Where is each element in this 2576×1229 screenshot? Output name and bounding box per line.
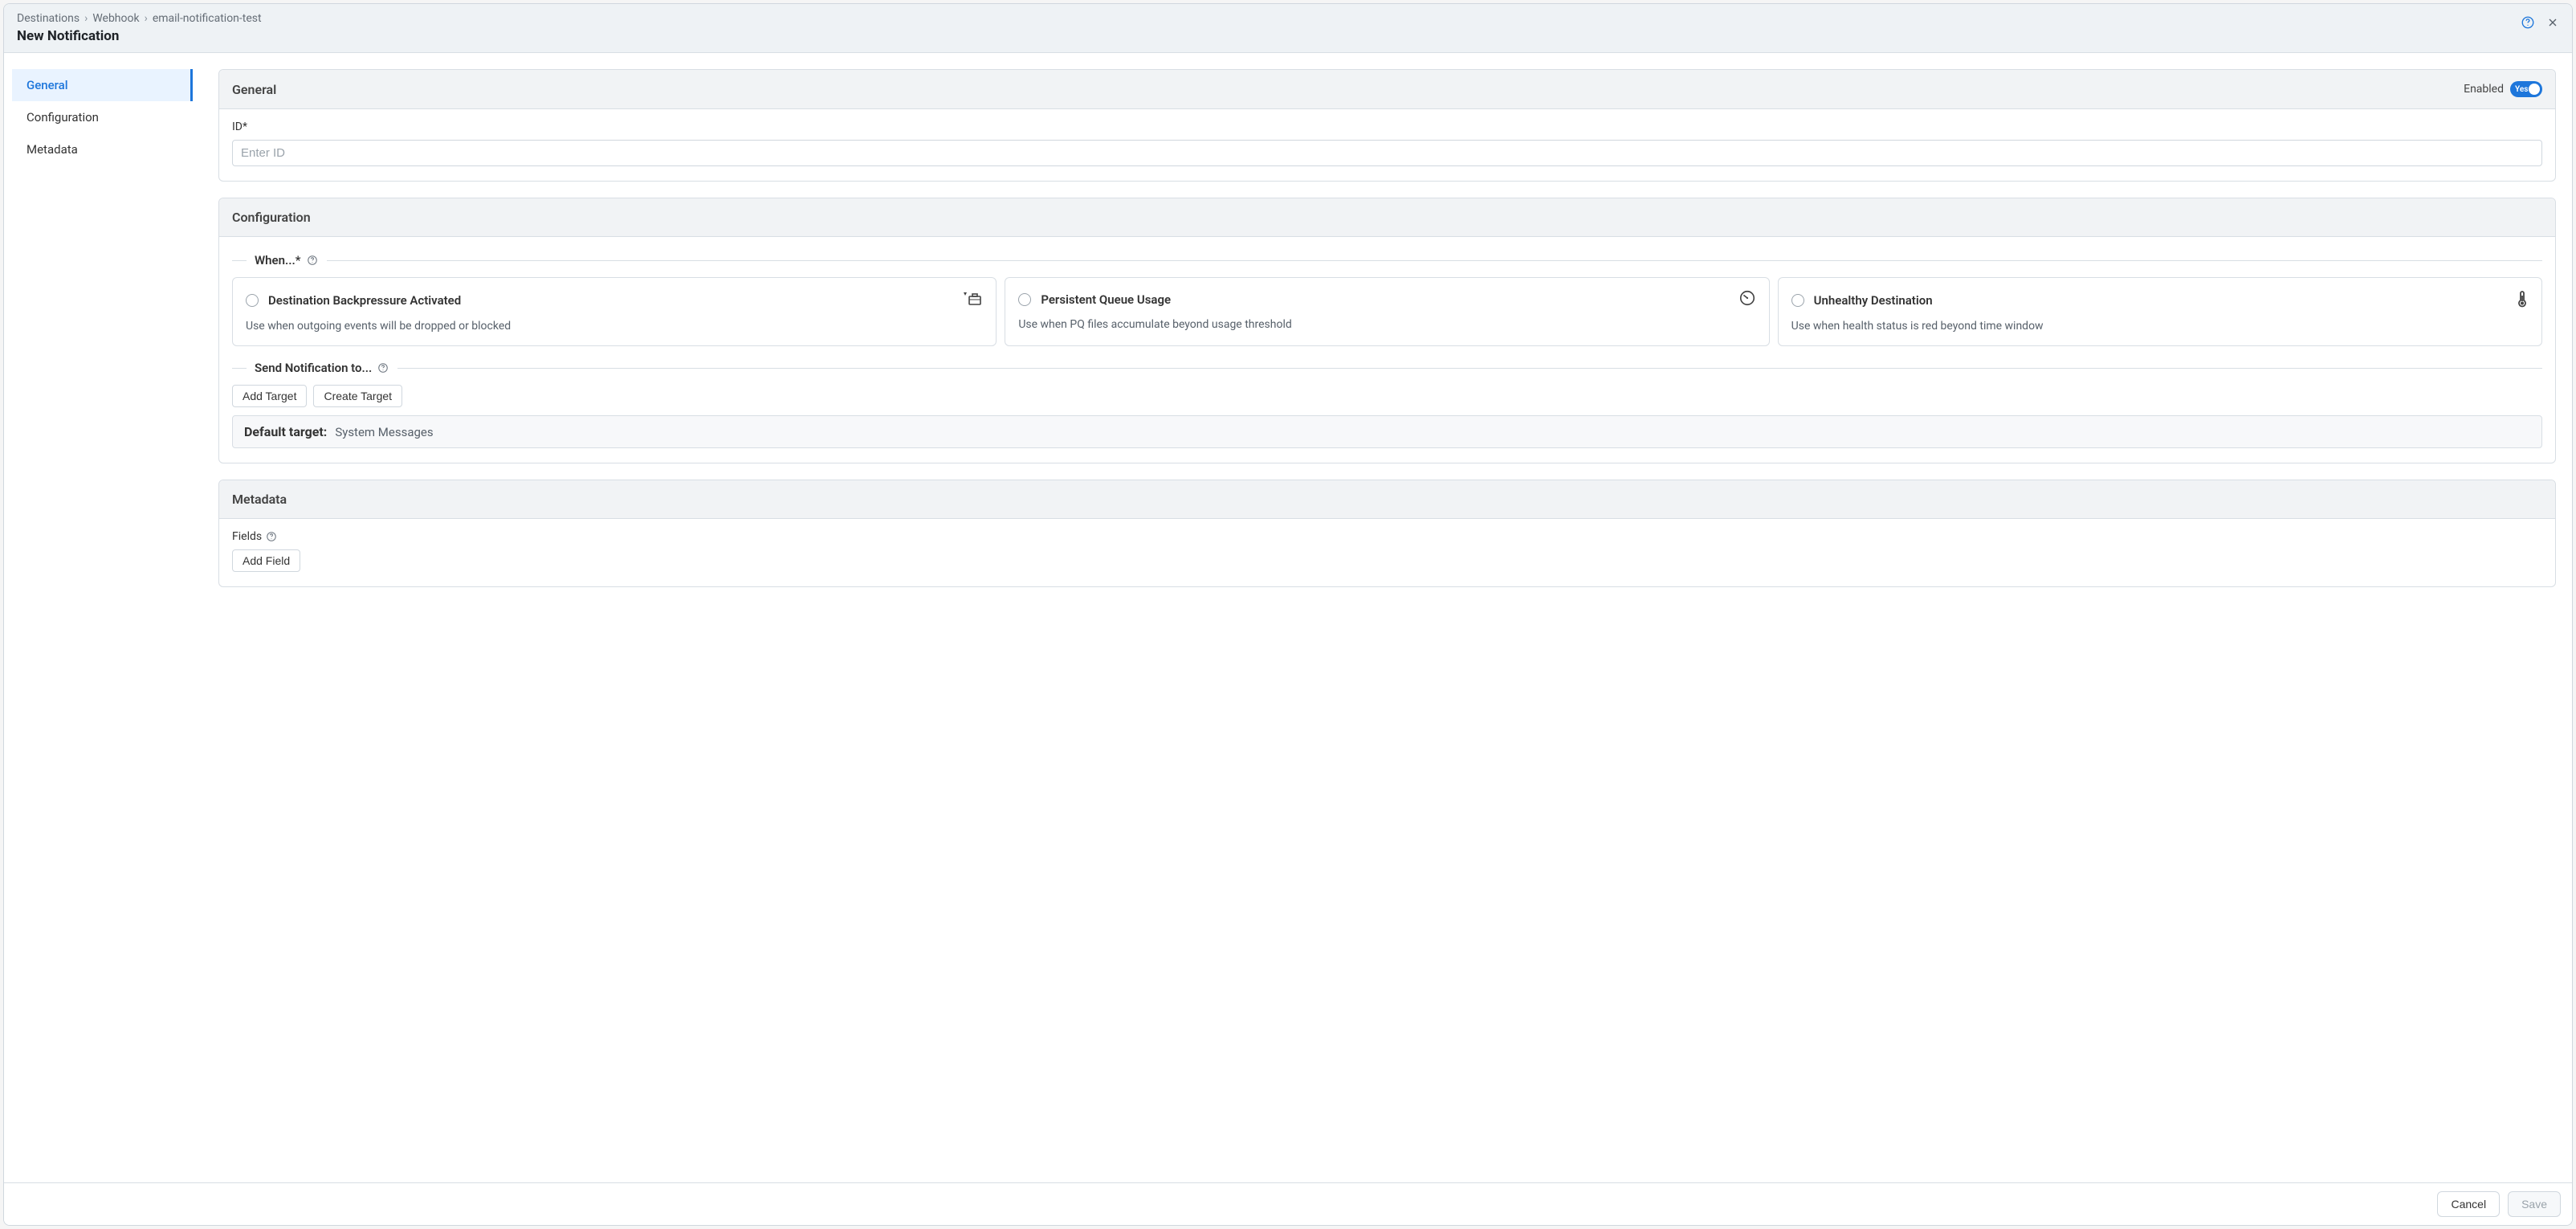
gauge-icon [1738, 289, 1756, 310]
create-target-button[interactable]: Create Target [313, 385, 402, 407]
target-buttons: Add Target Create Target [232, 385, 2542, 407]
header-right [2521, 12, 2559, 30]
content-area: General Enabled Yes ID* [193, 53, 2572, 1182]
sidebar-item-label: General [26, 78, 68, 92]
send-label-text: Send Notification to... [255, 361, 372, 375]
enabled-toggle[interactable]: Yes [2510, 81, 2542, 97]
id-input[interactable] [232, 140, 2542, 166]
sidebar-item-label: Configuration [26, 110, 99, 125]
sidebar: General Configuration Metadata [4, 53, 193, 1182]
panel-body-metadata: Fields Add Field [219, 519, 2555, 586]
default-target-box: Default target: System Messages [232, 415, 2542, 448]
enabled-toggle-wrap: Enabled Yes [2464, 81, 2542, 97]
panel-configuration: Configuration When...* [218, 198, 2556, 463]
radio-icon[interactable] [1018, 293, 1031, 306]
modal-header: Destinations › Webhook › email-notificat… [4, 4, 2572, 53]
send-section-label: Send Notification to... [232, 361, 2542, 375]
modal-container: Destinations › Webhook › email-notificat… [3, 3, 2573, 1226]
toggle-state-label: Yes [2515, 85, 2528, 94]
sidebar-item-metadata[interactable]: Metadata [12, 133, 193, 165]
chevron-right-icon: › [145, 12, 148, 25]
when-option-pq[interactable]: Persistent Queue Usage [1005, 277, 1769, 346]
when-option-title: Unhealthy Destination [1814, 293, 1933, 308]
modal-footer: Cancel Save [4, 1182, 2572, 1225]
toggle-knob [2529, 84, 2540, 95]
cancel-button[interactable]: Cancel [2437, 1191, 2500, 1217]
chevron-right-icon: › [84, 12, 88, 25]
panel-title-metadata: Metadata [232, 492, 287, 507]
panel-body-configuration: When...* Destination [219, 237, 2555, 463]
radio-icon[interactable] [1791, 294, 1804, 307]
enabled-label: Enabled [2464, 83, 2504, 96]
when-option-title: Destination Backpressure Activated [268, 293, 461, 308]
radio-icon[interactable] [246, 294, 259, 307]
when-options: Destination Backpressure Activated [232, 277, 2542, 346]
close-icon[interactable] [2546, 16, 2559, 29]
breadcrumb-current[interactable]: email-notification-test [153, 12, 262, 25]
add-field-button[interactable]: Add Field [232, 549, 300, 572]
when-option-backpressure[interactable]: Destination Backpressure Activated [232, 277, 997, 346]
add-target-button[interactable]: Add Target [232, 385, 307, 407]
default-target-value: System Messages [335, 425, 433, 439]
help-icon[interactable] [306, 254, 319, 267]
help-icon[interactable] [377, 361, 389, 374]
panel-general: General Enabled Yes ID* [218, 69, 2556, 182]
modal-body: General Configuration Metadata General E… [4, 53, 2572, 1182]
sidebar-item-configuration[interactable]: Configuration [12, 101, 193, 133]
panel-header-configuration: Configuration [219, 198, 2555, 237]
fields-label: Fields [232, 530, 262, 543]
breadcrumb: Destinations › Webhook › email-notificat… [17, 12, 262, 25]
help-icon[interactable] [2521, 15, 2535, 30]
panel-title-general: General [232, 82, 276, 97]
sidebar-item-label: Metadata [26, 142, 78, 157]
when-section-label: When...* [232, 253, 2542, 267]
breadcrumb-destinations[interactable]: Destinations [17, 12, 79, 25]
panel-body-general: ID* [219, 109, 2555, 181]
page-title: New Notification [17, 28, 262, 44]
help-icon[interactable] [265, 530, 278, 543]
thermometer-icon [2516, 289, 2529, 312]
panel-header-metadata: Metadata [219, 480, 2555, 519]
when-option-desc: Use when PQ files accumulate beyond usag… [1018, 318, 1755, 331]
when-option-desc: Use when health status is red beyond tim… [1791, 320, 2529, 333]
breadcrumb-webhook[interactable]: Webhook [92, 12, 139, 25]
panel-title-configuration: Configuration [232, 210, 311, 225]
header-left: Destinations › Webhook › email-notificat… [17, 12, 262, 44]
fields-label-row: Fields [232, 530, 2542, 543]
panel-metadata: Metadata Fields Add Field [218, 480, 2556, 587]
when-option-desc: Use when outgoing events will be dropped… [246, 320, 983, 333]
when-option-unhealthy[interactable]: Unhealthy Destination [1778, 277, 2542, 346]
panel-header-general: General Enabled Yes [219, 70, 2555, 109]
when-label-text: When...* [255, 253, 301, 267]
id-field-label: ID* [232, 120, 2542, 133]
sidebar-item-general[interactable]: General [12, 69, 193, 101]
save-button[interactable]: Save [2508, 1191, 2561, 1217]
default-target-label: Default target: [244, 424, 327, 439]
when-option-title: Persistent Queue Usage [1041, 292, 1171, 307]
backpressure-icon [962, 289, 983, 312]
